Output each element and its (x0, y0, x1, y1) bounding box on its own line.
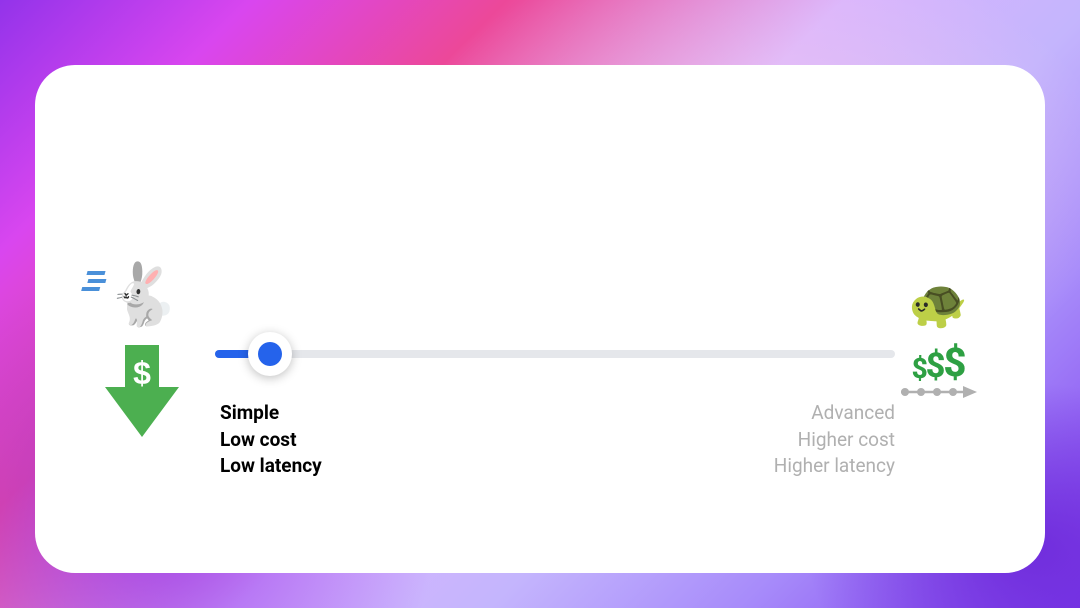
right-endpoint: 🐢 $ $ $ (899, 280, 977, 399)
left-labels: Simple Low cost Low latency (220, 400, 322, 480)
down-arrow-icon: $ (105, 345, 179, 437)
right-line-1: Advanced (774, 400, 895, 427)
slider-track (215, 350, 895, 358)
complexity-slider[interactable] (215, 350, 895, 358)
left-line-3: Low latency (220, 453, 322, 480)
content-card: 🐇 $ 🐢 $ $ $ (35, 65, 1045, 573)
left-line-2: Low cost (220, 427, 322, 454)
left-endpoint: 🐇 $ (105, 265, 180, 437)
slider-thumb[interactable] (248, 332, 292, 376)
dollar-signs: $ $ $ (912, 343, 965, 383)
left-line-1: Simple (220, 400, 322, 427)
turtle-icon: 🐢 (908, 280, 968, 328)
dollar-sign: $ (133, 355, 151, 391)
right-line-2: Higher cost (774, 427, 895, 454)
rabbit-icon: 🐇 (105, 265, 180, 325)
right-line-3: Higher latency (774, 453, 895, 480)
steps-arrow-icon (899, 385, 977, 399)
right-labels: Advanced Higher cost Higher latency (774, 400, 895, 480)
money-increasing-icon: $ $ $ (899, 343, 977, 399)
diagram-content: 🐇 $ 🐢 $ $ $ (85, 125, 995, 513)
